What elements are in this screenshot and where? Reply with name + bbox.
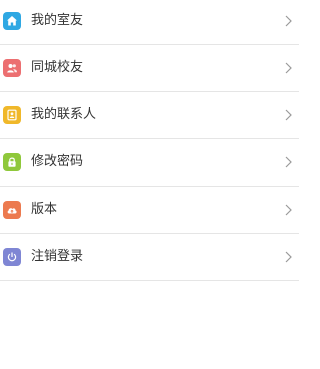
menu-item-label: 注销登录 bbox=[31, 249, 84, 264]
menu-item-version[interactable]: 版本 bbox=[0, 187, 299, 233]
menu-item-logout[interactable]: 注销登录 bbox=[0, 234, 299, 280]
menu-item-my-contacts[interactable]: 我的联系人 bbox=[0, 92, 299, 138]
chevron-right-icon bbox=[285, 251, 292, 263]
menu-item-label: 版本 bbox=[31, 202, 58, 217]
menu-item-label: 同城校友 bbox=[31, 60, 84, 75]
contact-icon bbox=[3, 106, 21, 124]
menu-item-my-roommates[interactable]: 我的室友 bbox=[0, 0, 299, 44]
chevron-right-icon bbox=[285, 204, 292, 216]
menu-item-same-city-alumni[interactable]: 同城校友 bbox=[0, 45, 299, 91]
cloud-upload-icon bbox=[3, 201, 21, 219]
menu-item-label: 我的室友 bbox=[31, 13, 84, 28]
menu-item-label: 修改密码 bbox=[31, 154, 84, 169]
people-icon bbox=[3, 59, 21, 77]
chevron-right-icon bbox=[285, 109, 292, 121]
chevron-right-icon bbox=[285, 15, 292, 27]
home-icon bbox=[3, 12, 21, 30]
menu-item-change-password[interactable]: 修改密码 bbox=[0, 139, 299, 185]
power-icon bbox=[3, 248, 21, 266]
lock-icon bbox=[3, 153, 21, 171]
chevron-right-icon bbox=[285, 62, 292, 74]
divider bbox=[0, 280, 299, 281]
chevron-right-icon bbox=[285, 156, 292, 168]
menu-item-label: 我的联系人 bbox=[31, 107, 97, 122]
